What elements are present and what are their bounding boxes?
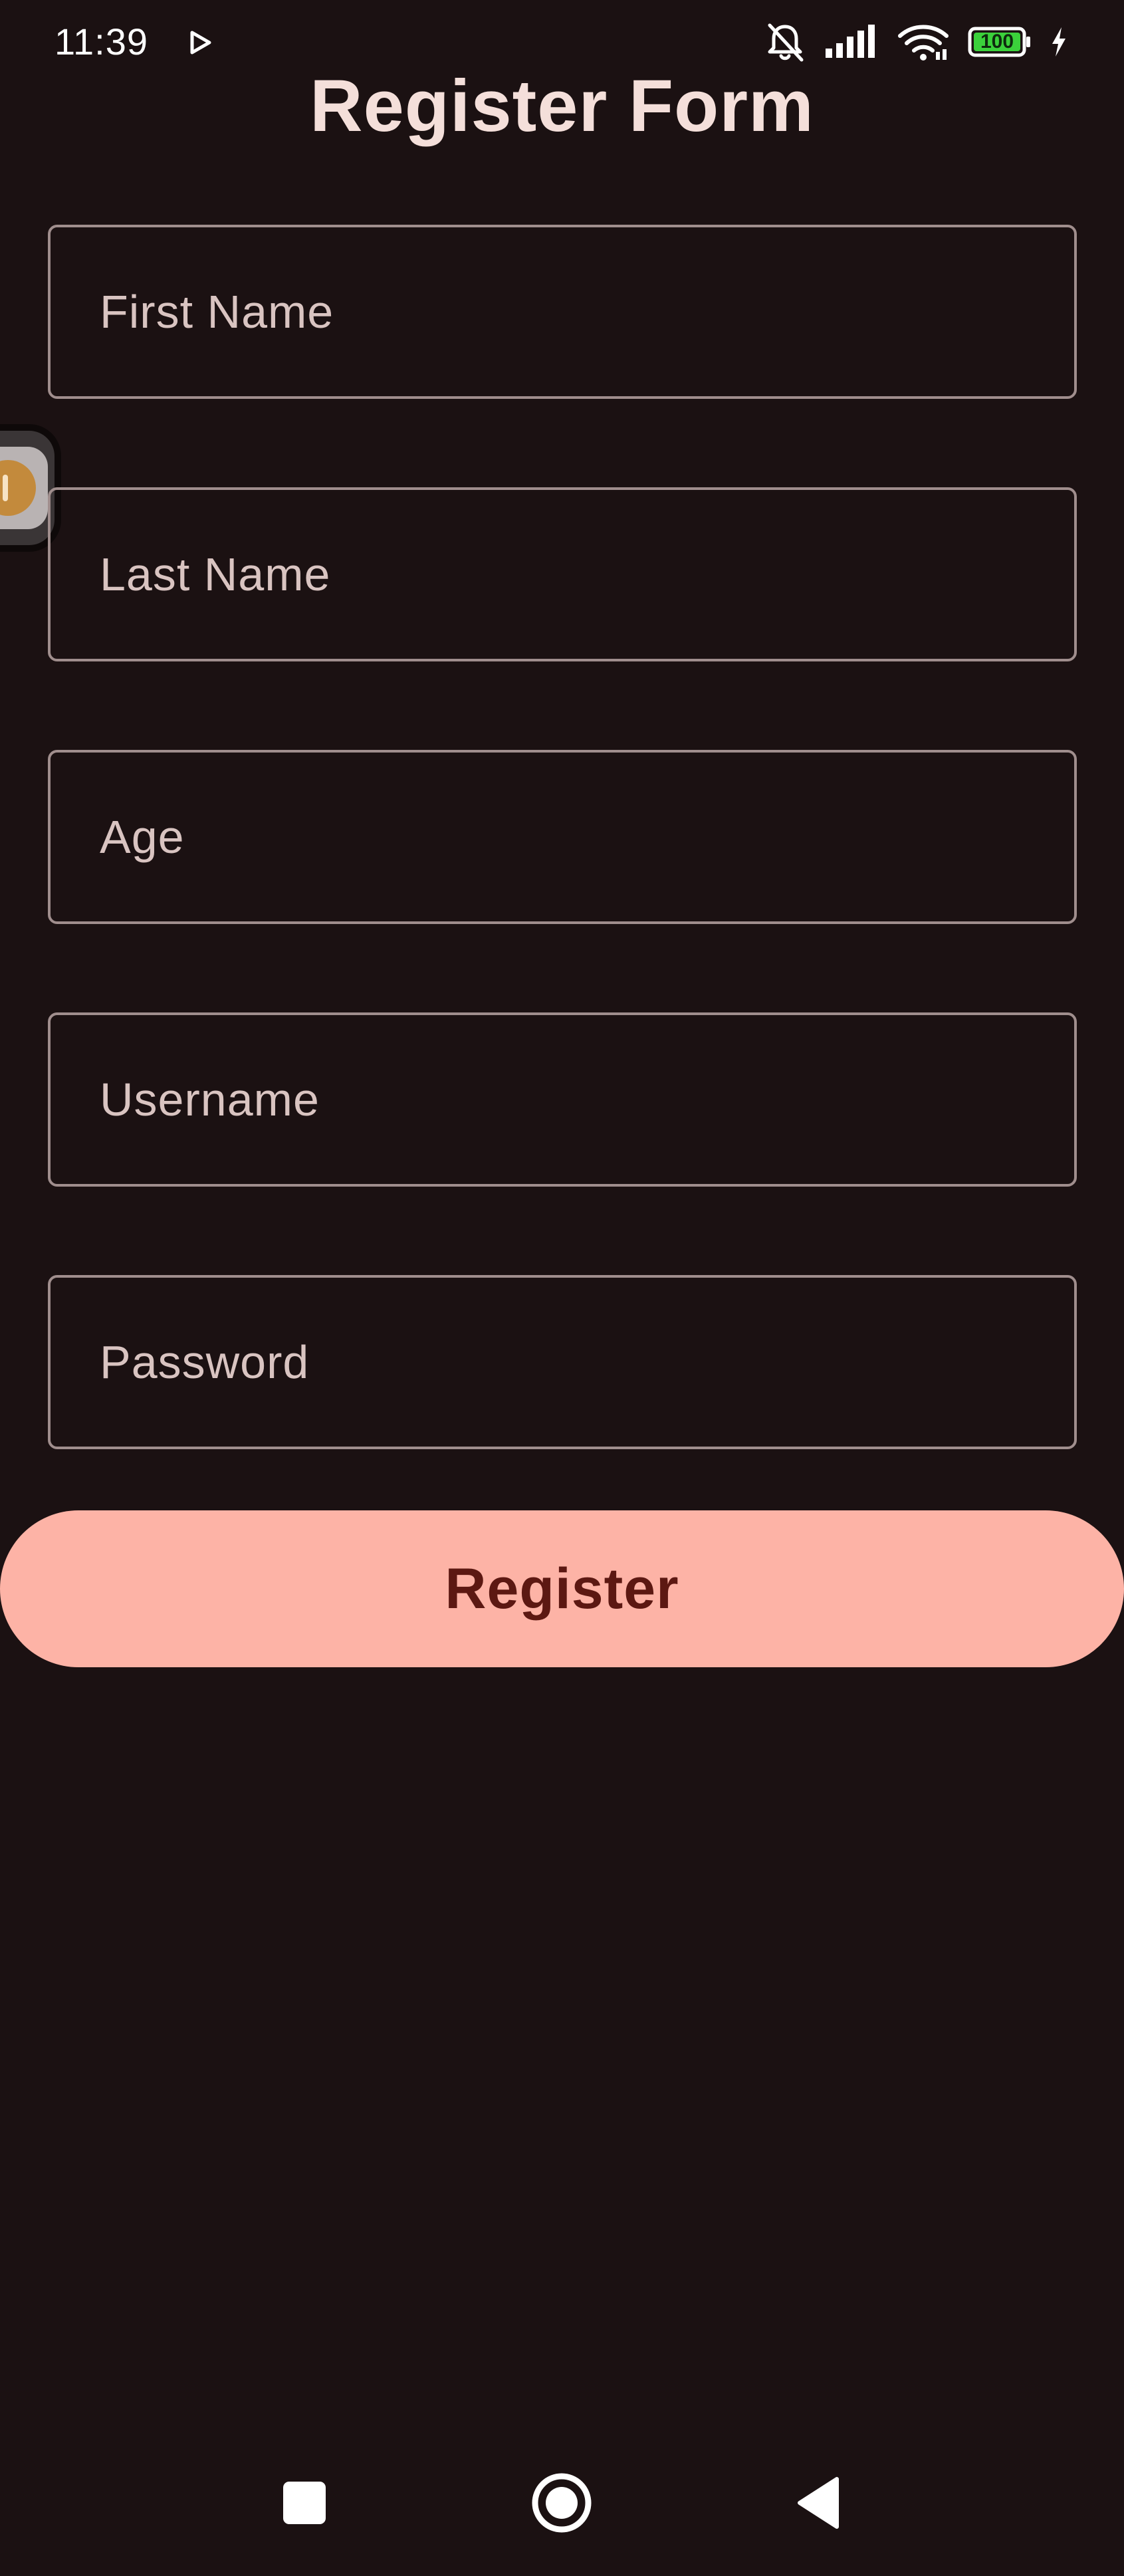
recents-button[interactable] xyxy=(255,2453,354,2553)
bell-off-icon xyxy=(768,23,804,62)
signal-icon xyxy=(826,25,875,58)
accessibility-icon xyxy=(0,460,36,516)
back-triangle-icon xyxy=(798,2477,839,2529)
age-field[interactable] xyxy=(48,750,1077,924)
first-name-input[interactable] xyxy=(51,227,1074,396)
back-button[interactable] xyxy=(768,2453,867,2553)
age-input[interactable] xyxy=(51,753,1074,921)
status-time: 11:39 xyxy=(55,21,148,62)
battery-level: 100 xyxy=(980,31,1014,53)
navigation-bar xyxy=(0,2453,1124,2553)
wifi-icon xyxy=(898,25,949,60)
password-input[interactable] xyxy=(51,1278,1074,1447)
battery-icon: 100 xyxy=(968,27,1032,57)
username-field[interactable] xyxy=(48,1012,1077,1187)
first-name-field[interactable] xyxy=(48,225,1077,399)
floating-bubble-panel xyxy=(0,447,48,529)
register-button[interactable]: Register xyxy=(0,1510,1124,1667)
home-button[interactable] xyxy=(512,2453,612,2553)
status-icons: 100 xyxy=(764,20,1068,64)
username-input[interactable] xyxy=(51,1015,1074,1184)
password-field[interactable] xyxy=(48,1275,1077,1449)
last-name-field[interactable] xyxy=(48,487,1077,661)
charging-bolt-icon xyxy=(1052,27,1066,57)
page-title: Register Form xyxy=(310,65,814,147)
recents-square-icon xyxy=(283,2482,326,2524)
home-circle-icon xyxy=(532,2473,592,2533)
floating-accessibility-bubble[interactable] xyxy=(0,431,55,545)
play-icon xyxy=(190,31,211,55)
last-name-input[interactable] xyxy=(51,490,1074,659)
